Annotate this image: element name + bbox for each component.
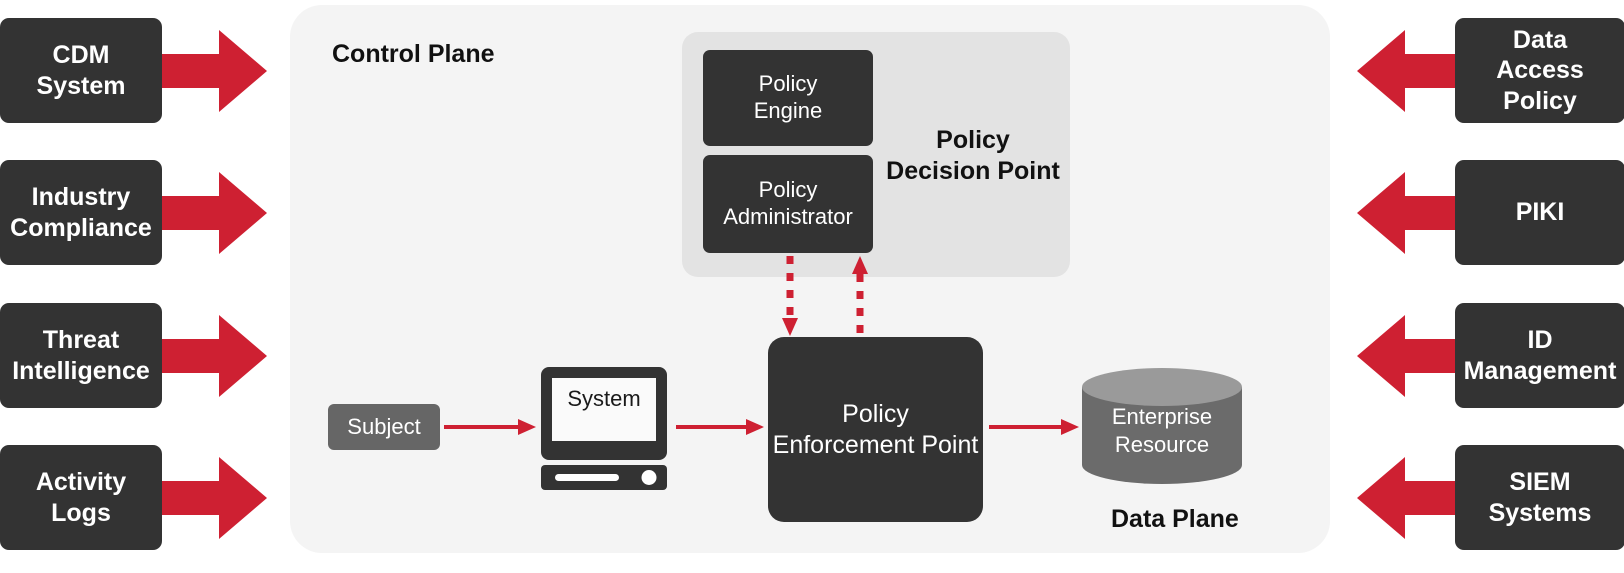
source-box-threat-intelligence[interactable]: Threat Intelligence bbox=[0, 303, 162, 408]
activity-logs-line-1: Activity bbox=[35, 468, 127, 496]
pep-line-1: Policy bbox=[842, 400, 909, 428]
arrow-system-to-pep bbox=[676, 417, 764, 437]
enterprise-resource-line-2: Resource bbox=[1114, 431, 1210, 457]
subject-label: Subject bbox=[347, 414, 421, 439]
siem-systems-line-1: SIEM bbox=[1509, 468, 1571, 496]
arrow-pep-to-enterprise-resource bbox=[989, 417, 1079, 437]
arrow-subject-to-system bbox=[444, 417, 536, 437]
enterprise-resource-line-1: Enterprise bbox=[1111, 404, 1213, 429]
policy-administrator-box[interactable]: Policy Administrator bbox=[703, 155, 873, 253]
cdm-system-line-1: CDM bbox=[52, 41, 110, 69]
source-box-data-access-policy[interactable]: Data Access Policy bbox=[1455, 18, 1624, 123]
block-arrow-right-activity-logs bbox=[162, 457, 267, 539]
source-box-cdm-system[interactable]: CDM System bbox=[0, 18, 162, 123]
policy-engine-line-2: Engine bbox=[753, 98, 823, 123]
siem-systems-line-2: Systems bbox=[1488, 498, 1592, 527]
control-plane-label: Control Plane bbox=[332, 40, 495, 68]
data-access-policy-line-1: Data bbox=[1512, 25, 1568, 54]
policy-administrator-line-2: Administrator bbox=[723, 204, 853, 229]
subject-box[interactable]: Subject bbox=[328, 404, 440, 450]
block-arrow-right-threat-intelligence bbox=[162, 315, 267, 397]
system-label: System bbox=[567, 386, 641, 411]
dashed-arrow-pep-to-policy-administrator bbox=[851, 256, 869, 336]
source-box-piki[interactable]: PIKI bbox=[1455, 160, 1624, 265]
enterprise-resource-label: Enterprise Resource bbox=[1081, 403, 1243, 458]
id-management-line-1: ID bbox=[1527, 326, 1553, 354]
piki-line-1: PIKI bbox=[1515, 198, 1565, 227]
source-box-industry-compliance[interactable]: Industry Compliance bbox=[0, 160, 162, 265]
block-arrow-left-id-management bbox=[1357, 315, 1462, 397]
block-arrow-left-siem-systems bbox=[1357, 457, 1462, 539]
source-box-id-management[interactable]: ID Management bbox=[1455, 303, 1624, 408]
threat-intelligence-line-2: Intelligence bbox=[12, 356, 150, 385]
policy-decision-point-title: Policy Decision Point bbox=[875, 125, 1071, 188]
dashed-arrow-policy-administrator-to-pep bbox=[781, 256, 799, 336]
block-arrow-left-piki bbox=[1357, 172, 1462, 254]
pep-line-2: Enforcement Point bbox=[772, 430, 979, 459]
pdp-title-line-2: Decision Point bbox=[886, 157, 1060, 186]
block-arrow-right-industry-compliance bbox=[162, 172, 267, 254]
threat-intelligence-line-1: Threat bbox=[42, 326, 120, 354]
data-access-policy-line-2: Access Policy bbox=[1496, 56, 1584, 115]
industry-compliance-line-1: Industry bbox=[31, 183, 131, 211]
source-box-siem-systems[interactable]: SIEM Systems bbox=[1455, 445, 1624, 550]
policy-engine-box[interactable]: Policy Engine bbox=[703, 50, 873, 146]
block-arrow-right-cdm-system bbox=[162, 30, 267, 112]
policy-enforcement-point-box[interactable]: Policy Enforcement Point bbox=[768, 337, 983, 522]
zero-trust-architecture-diagram: Control Plane Data Plane Policy Decision… bbox=[0, 0, 1624, 573]
activity-logs-line-2: Logs bbox=[51, 498, 111, 527]
cdm-system-line-2: System bbox=[36, 71, 126, 100]
policy-engine-line-1: Policy bbox=[758, 71, 818, 97]
policy-administrator-line-1: Policy bbox=[758, 177, 818, 203]
pdp-title-line-1: Policy bbox=[936, 126, 1010, 154]
industry-compliance-line-2: Compliance bbox=[10, 213, 152, 242]
source-box-activity-logs[interactable]: Activity Logs bbox=[0, 445, 162, 550]
data-plane-label: Data Plane bbox=[1111, 505, 1239, 533]
desktop-computer-icon bbox=[538, 365, 670, 490]
block-arrow-left-data-access-policy bbox=[1357, 30, 1462, 112]
id-management-line-2: Management bbox=[1463, 356, 1617, 385]
